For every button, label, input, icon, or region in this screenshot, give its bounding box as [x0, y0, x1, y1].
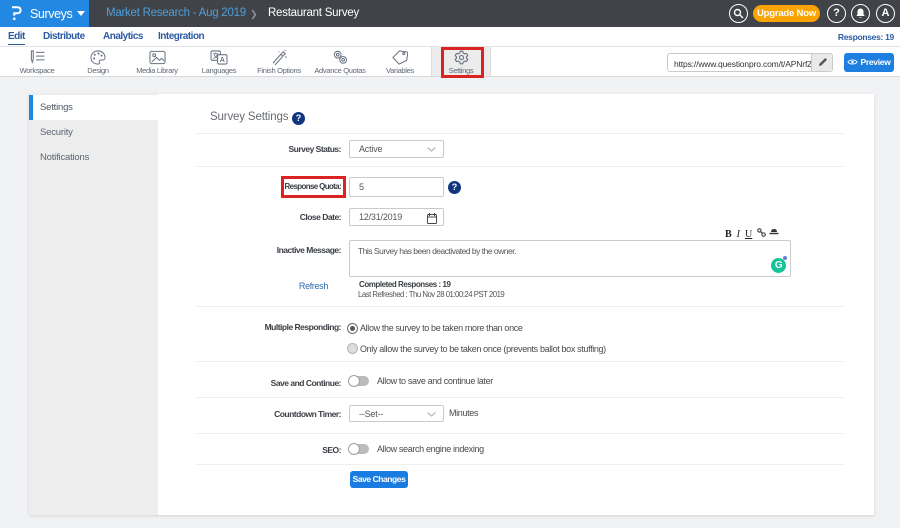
svg-text:A: A: [220, 57, 225, 64]
